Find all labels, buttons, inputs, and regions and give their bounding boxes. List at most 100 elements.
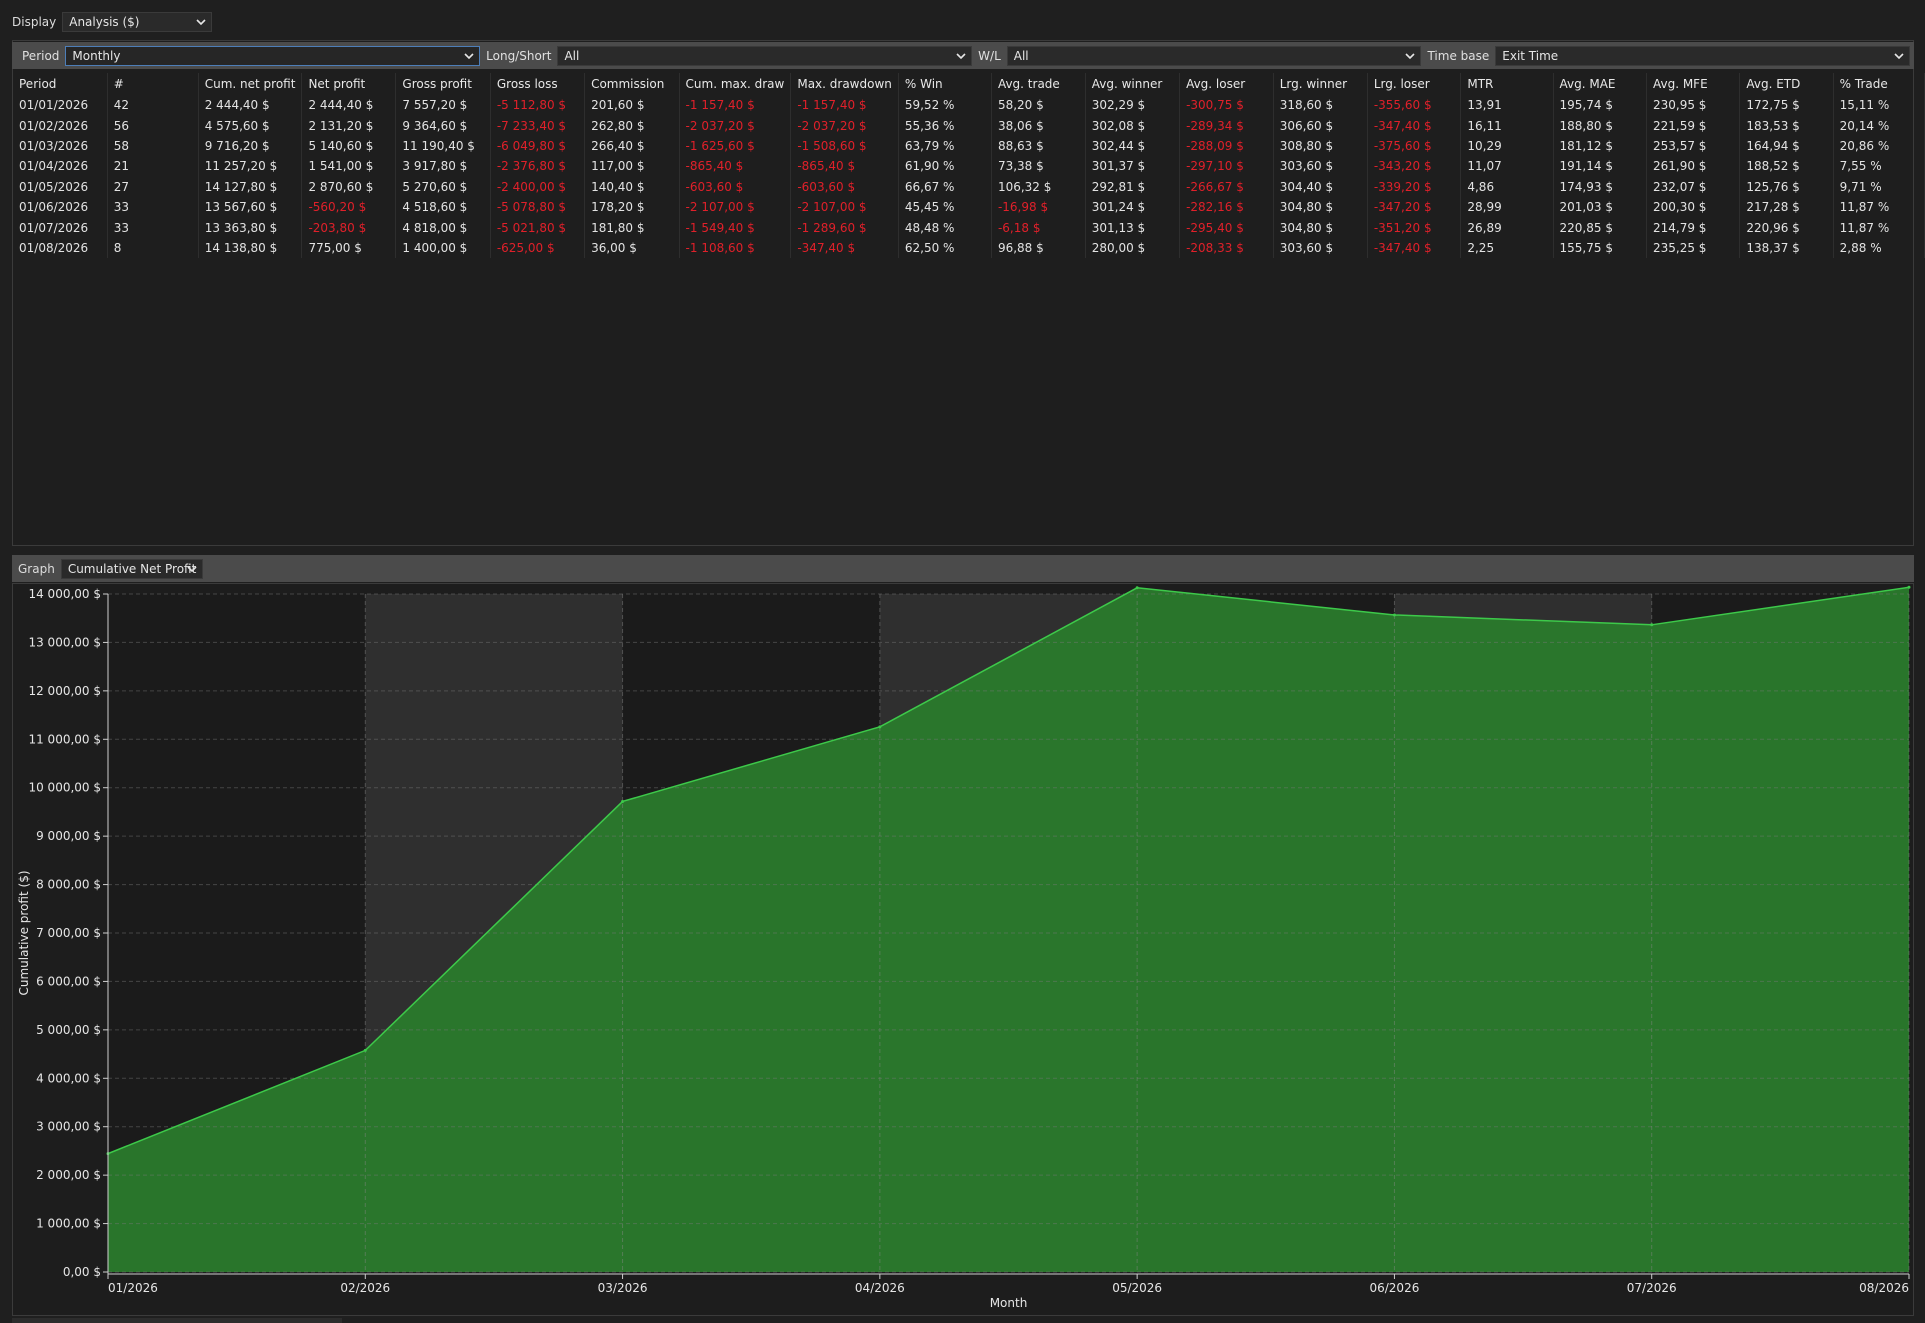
column-header[interactable]: Avg. loser bbox=[1179, 73, 1274, 95]
table-cell: -1 108,60 $ bbox=[679, 237, 792, 259]
data-point bbox=[363, 1048, 367, 1052]
table-cell: 14 138,80 $ bbox=[198, 237, 303, 259]
table-cell: 33 bbox=[107, 217, 199, 238]
table-cell: 214,79 $ bbox=[1646, 217, 1741, 238]
chevron-down-icon bbox=[195, 13, 207, 31]
table-cell: 2,88 % bbox=[1833, 237, 1925, 259]
table-cell: -203,80 $ bbox=[301, 217, 397, 238]
column-header[interactable]: Avg. trade bbox=[991, 73, 1086, 95]
cumulative-profit-chart[interactable]: 0,00 $ 1 000,00 $ 2 000,00 $ 3 000,00 $ 4 00… bbox=[13, 584, 1915, 1317]
chevron-down-icon bbox=[955, 47, 967, 65]
table-cell: 42 bbox=[107, 95, 199, 116]
column-header[interactable]: % Trade bbox=[1833, 73, 1925, 95]
wl-select[interactable]: All bbox=[1006, 45, 1422, 66]
table-row[interactable]: 01/08/2026 8 14 138,80 $775,00 $1 400,00 $… bbox=[13, 237, 1925, 259]
x-tick-label: 08/2026 bbox=[1859, 1281, 1909, 1295]
column-header[interactable]: Max. drawdown bbox=[790, 73, 899, 95]
column-header[interactable]: Avg. ETD bbox=[1739, 73, 1834, 95]
table-cell: 178,20 $ bbox=[584, 196, 680, 218]
table-cell: 292,81 $ bbox=[1085, 176, 1181, 197]
table-cell: 181,12 $ bbox=[1553, 135, 1647, 157]
column-header[interactable]: Period bbox=[13, 73, 108, 95]
long-short-select[interactable]: All bbox=[557, 45, 973, 66]
table-cell: 306,60 $ bbox=[1273, 115, 1368, 136]
table-cell: 301,24 $ bbox=[1085, 196, 1181, 218]
table-cell: -2 107,00 $ bbox=[790, 196, 899, 218]
table-cell: 303,60 $ bbox=[1273, 156, 1368, 177]
graph-bar: Graph Cumulative Net Profit bbox=[12, 555, 1914, 582]
column-header[interactable]: Avg. winner bbox=[1085, 73, 1181, 95]
table-cell: 33 bbox=[107, 196, 199, 218]
table-cell: 11 257,20 $ bbox=[198, 156, 303, 177]
table-cell: -5 078,80 $ bbox=[490, 196, 586, 218]
table-cell: 4,86 bbox=[1460, 176, 1554, 197]
period-select[interactable]: Monthly bbox=[65, 45, 481, 66]
table-cell: -5 112,80 $ bbox=[490, 95, 586, 116]
display-select-value: Analysis ($) bbox=[69, 15, 140, 29]
time-base-select-value: Exit Time bbox=[1502, 48, 1559, 63]
table-cell: 48,48 % bbox=[898, 217, 992, 238]
table-cell: 188,80 $ bbox=[1553, 115, 1647, 136]
table-cell: -1 157,40 $ bbox=[790, 95, 899, 116]
table-cell: 27 bbox=[107, 176, 199, 197]
table-cell: 5 270,60 $ bbox=[395, 176, 491, 197]
column-header[interactable]: Lrg. winner bbox=[1273, 73, 1368, 95]
table-cell: 9 364,60 $ bbox=[395, 115, 491, 136]
column-header[interactable]: % Win bbox=[898, 73, 992, 95]
table-row[interactable]: 01/03/2026 58 9 716,20 $5 140,60 $11 190,4… bbox=[13, 135, 1925, 157]
table-cell: 61,90 % bbox=[898, 156, 992, 177]
table-cell: -865,40 $ bbox=[679, 156, 792, 177]
chevron-down-icon bbox=[463, 47, 475, 65]
table-cell: 304,40 $ bbox=[1273, 176, 1368, 197]
graph-select[interactable]: Cumulative Net Profit bbox=[60, 558, 203, 579]
column-header[interactable]: Gross profit bbox=[395, 73, 491, 95]
table-cell: 13 567,60 $ bbox=[198, 196, 303, 218]
table-cell: -603,60 $ bbox=[679, 176, 792, 197]
column-header[interactable]: Avg. MFE bbox=[1646, 73, 1741, 95]
table-cell: 2 131,20 $ bbox=[301, 115, 397, 136]
table-cell: -297,10 $ bbox=[1179, 156, 1274, 177]
table-row[interactable]: 01/05/2026 27 14 127,80 $2 870,60 $5 270,6… bbox=[13, 176, 1925, 197]
x-tick-label: 05/2026 bbox=[1112, 1281, 1162, 1295]
data-point bbox=[1907, 585, 1911, 589]
table-cell: -347,40 $ bbox=[1367, 237, 1462, 259]
table-cell: 1 541,00 $ bbox=[301, 156, 397, 177]
long-short-select-value: All bbox=[564, 48, 580, 63]
table-cell: 01/01/2026 bbox=[13, 95, 108, 116]
table-cell: 253,57 $ bbox=[1646, 135, 1741, 157]
column-header[interactable]: Commission bbox=[584, 73, 680, 95]
table-cell: 11,87 % bbox=[1833, 196, 1925, 218]
horizontal-scrollbar[interactable] bbox=[12, 1318, 342, 1323]
table-cell: 7 557,20 $ bbox=[395, 95, 491, 116]
column-header[interactable]: Net profit bbox=[301, 73, 397, 95]
table-row[interactable]: 01/04/2026 21 11 257,20 $1 541,00 $3 917,8… bbox=[13, 156, 1925, 177]
column-header[interactable]: Lrg. loser bbox=[1367, 73, 1462, 95]
table-row[interactable]: 01/07/2026 33 13 363,80 $ -203,80 $4 818,00… bbox=[13, 217, 1925, 238]
x-axis-title: Month bbox=[990, 1296, 1028, 1310]
display-select[interactable]: Analysis ($) bbox=[62, 12, 213, 32]
time-base-select[interactable]: Exit Time bbox=[1495, 45, 1910, 66]
period-select-value: Monthly bbox=[72, 48, 121, 63]
table-cell: 301,13 $ bbox=[1085, 217, 1181, 238]
table-cell: -2 037,20 $ bbox=[679, 115, 792, 136]
table-row[interactable]: 01/02/2026 56 4 575,60 $2 131,20 $9 364,60… bbox=[13, 115, 1925, 136]
column-header[interactable]: MTR bbox=[1460, 73, 1554, 95]
column-header[interactable]: Cum. max. draw bbox=[679, 73, 792, 95]
table-cell: 13,91 bbox=[1460, 95, 1554, 116]
chevron-down-icon bbox=[186, 560, 198, 578]
table-cell: 58,20 $ bbox=[991, 95, 1086, 116]
table-row[interactable]: 01/01/2026 42 2 444,40 $2 444,40 $7 557,20… bbox=[13, 95, 1925, 116]
table-cell: 4 518,60 $ bbox=[395, 196, 491, 218]
table-cell: 63,79 % bbox=[898, 135, 992, 157]
table-cell: -295,40 $ bbox=[1179, 217, 1274, 238]
table-row[interactable]: 01/06/2026 33 13 567,60 $ -560,20 $4 518,60… bbox=[13, 196, 1925, 218]
column-header[interactable]: Avg. MAE bbox=[1553, 73, 1647, 95]
column-header[interactable]: Cum. net profit bbox=[198, 73, 303, 95]
table-header-row: Period # Cum. net profit Net profit Gross pr… bbox=[13, 73, 1925, 95]
y-tick-label: 5 000,00 $ bbox=[36, 1023, 101, 1037]
column-header[interactable]: Gross loss bbox=[490, 73, 586, 95]
data-point bbox=[878, 725, 882, 729]
table-cell: 302,44 $ bbox=[1085, 135, 1181, 157]
table-cell: 11,87 % bbox=[1833, 217, 1925, 238]
column-header[interactable]: # bbox=[107, 73, 199, 95]
